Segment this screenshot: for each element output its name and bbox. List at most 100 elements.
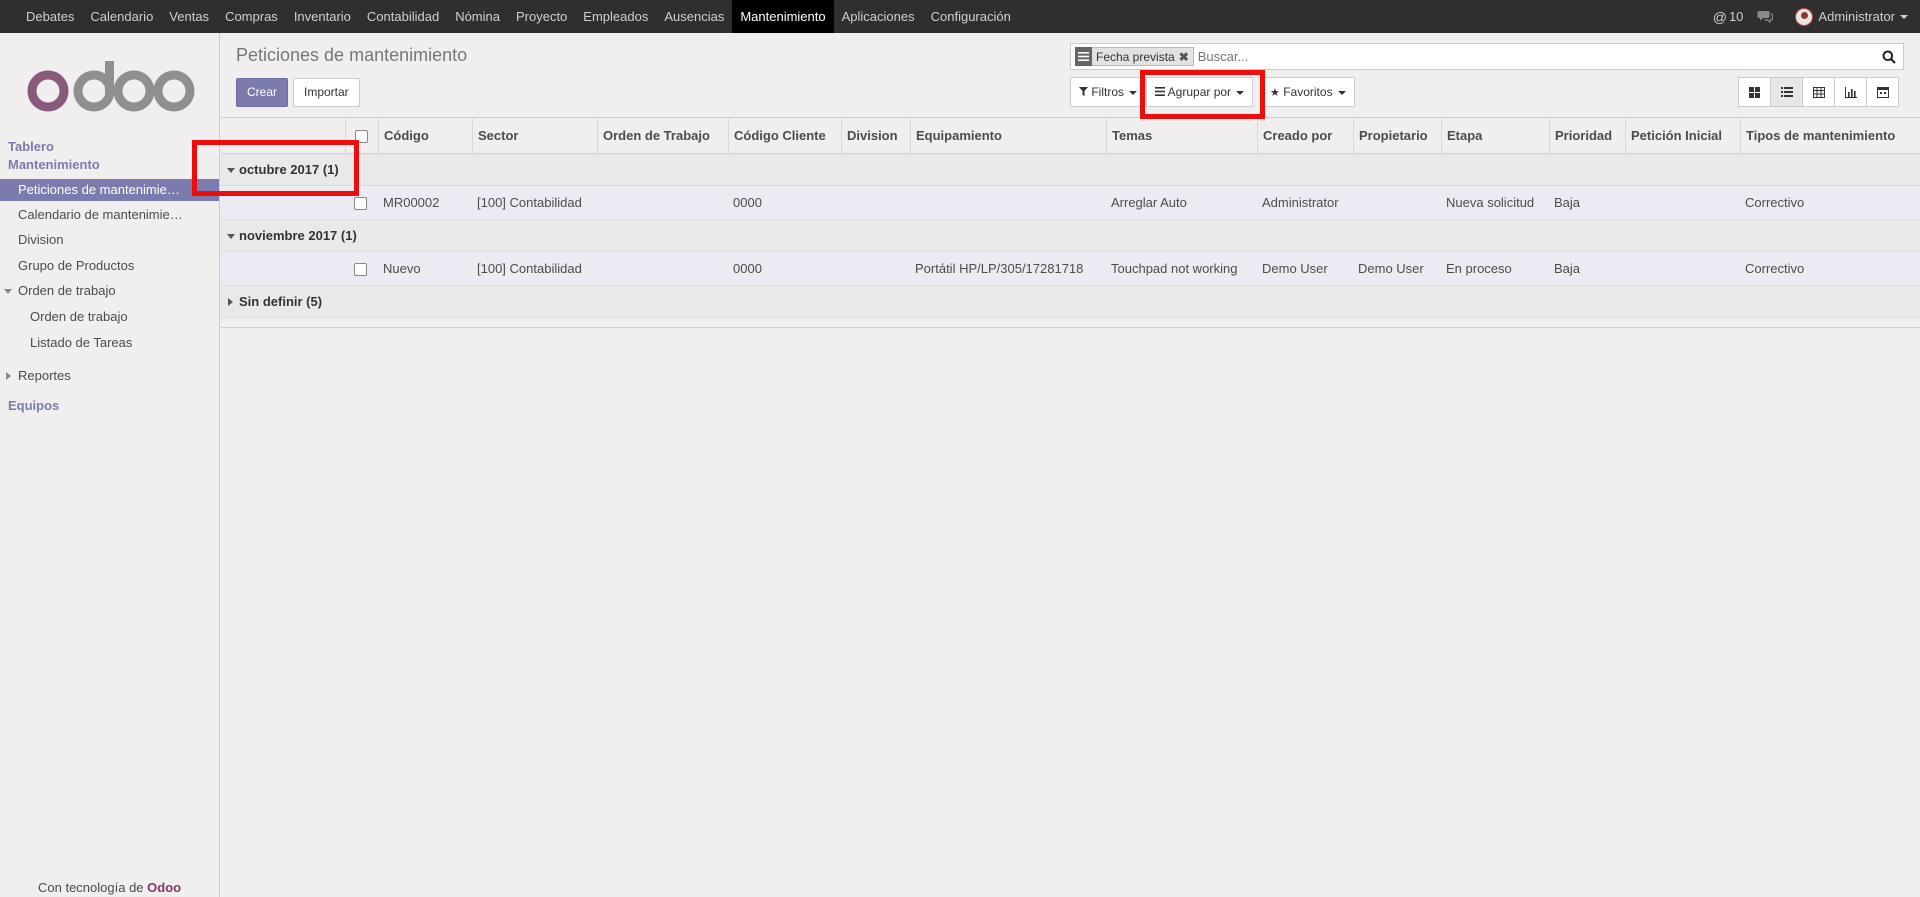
top-menu-item[interactable]: Calendario <box>82 0 161 33</box>
column-header[interactable]: Propietario <box>1353 118 1441 154</box>
sidebar-item-task-list[interactable]: Listado de Tareas <box>0 332 219 354</box>
table-row[interactable]: MR00002 [100] Contabilidad 0000 Arreglar Au… <box>221 186 1920 220</box>
graph-view-button[interactable] <box>1834 77 1867 107</box>
table-cell <box>1353 186 1441 220</box>
at-icon: @ <box>1712 8 1727 25</box>
sidebar-section-maintenance[interactable]: Mantenimiento <box>8 157 100 172</box>
favorites-label: Favoritos <box>1283 85 1333 99</box>
table-cell <box>1625 186 1740 220</box>
search-input[interactable] <box>1197 49 1858 64</box>
column-header[interactable]: Equipamiento <box>910 118 1106 154</box>
column-header[interactable]: Código <box>378 118 450 154</box>
table-cell: Baja <box>1554 195 1581 210</box>
sidebar-item-division[interactable]: Division <box>0 229 219 251</box>
create-button[interactable]: Crear <box>236 78 289 107</box>
table-cell: Nuevo <box>383 261 421 276</box>
sidebar-section-dashboard[interactable]: Tablero <box>8 139 54 154</box>
group-row[interactable]: noviembre 2017 (1) <box>221 220 1920 252</box>
user-name: Administrator <box>1818 9 1895 24</box>
sidebar-item-requests[interactable]: Peticiones de mantenimie… <box>0 179 219 201</box>
table-row[interactable]: Nuevo [100] Contabilidad 0000 Portátil HP/L… <box>221 252 1920 286</box>
table-cell: Demo User <box>1262 261 1328 276</box>
column-header[interactable]: Tipos de mantenimiento <box>1740 118 1920 154</box>
group-row[interactable]: octubre 2017 (1) <box>221 154 1920 186</box>
table-footer-line <box>221 318 1920 328</box>
group-row[interactable]: Sin definir (5) <box>221 286 1920 318</box>
top-menu-item[interactable]: Mantenimiento <box>732 0 834 33</box>
table-cell: Correctivo <box>1745 261 1805 276</box>
search-icon[interactable] <box>1875 44 1903 69</box>
column-header[interactable]: Creado por <box>1257 118 1353 154</box>
page-title: Peticiones de mantenimiento <box>236 45 468 65</box>
sidebar-item-calendar[interactable]: Calendario de mantenimie… <box>0 204 219 226</box>
group-label: noviembre 2017 (1) <box>239 228 357 243</box>
bar-chart-icon <box>1844 86 1857 98</box>
top-menu-item[interactable]: Configuración <box>923 0 1019 33</box>
column-header[interactable]: Sector <box>472 118 592 154</box>
table-header: Código Sector Orden de Trabajo Código Clien… <box>221 117 1920 154</box>
top-menu-item[interactable]: Contabilidad <box>359 0 447 33</box>
top-navbar: Debates Calendario Ventas Compras Inventario… <box>0 0 1920 33</box>
caret-right-icon <box>6 372 11 380</box>
column-header[interactable]: Prioridad <box>1549 118 1625 154</box>
table-cell <box>597 186 728 220</box>
user-menu[interactable]: Administrator <box>1795 7 1908 26</box>
sidebar-item-reports-label: Reportes <box>18 368 71 383</box>
top-menu-item[interactable]: Empleados <box>575 0 656 33</box>
caret-down-icon <box>227 234 235 239</box>
chevron-down-icon <box>1129 90 1138 95</box>
highlight-box-groupby <box>1140 70 1265 119</box>
table-cell <box>910 186 1106 220</box>
user-avatar <box>1795 7 1814 26</box>
top-menu-item[interactable]: Ausencias <box>656 0 732 33</box>
top-right-systray: @ 10 Administrator <box>1699 0 1920 33</box>
chat-icon[interactable] <box>1757 10 1774 24</box>
kanban-icon <box>1749 86 1760 98</box>
sidebar-item-product-group[interactable]: Grupo de Productos <box>0 255 219 277</box>
sidebar-section-teams[interactable]: Equipos <box>8 398 59 413</box>
import-button[interactable]: Importar <box>293 78 360 107</box>
pivot-view-button[interactable] <box>1802 77 1835 107</box>
column-header[interactable]: Etapa <box>1441 118 1549 154</box>
top-menu-item[interactable]: Inventario <box>286 0 359 33</box>
sidebar-item-reports[interactable]: Reportes <box>0 365 219 387</box>
top-menu-item[interactable]: Aplicaciones <box>834 0 923 33</box>
sidebar-item-work-order[interactable]: Orden de trabajo <box>0 280 219 302</box>
powered-prefix: Con tecnología de <box>38 880 144 895</box>
facet-remove-icon[interactable]: ✖ <box>1179 50 1193 64</box>
filters-dropdown[interactable]: Filtros <box>1070 77 1147 107</box>
star-icon: ★ <box>1270 87 1280 99</box>
column-header[interactable]: Código Cliente <box>728 118 841 154</box>
kanban-view-button[interactable] <box>1738 77 1771 107</box>
chevron-down-icon <box>1900 14 1908 19</box>
table-cell: Portátil HP/LP/305/17281718 <box>915 261 1084 276</box>
sidebar: Tablero Mantenimiento Peticiones de mant… <box>0 33 220 897</box>
favorites-dropdown[interactable]: ★ Favoritos <box>1261 77 1355 107</box>
top-menu-item[interactable]: Ventas <box>161 0 217 33</box>
top-menu-item[interactable]: Compras <box>217 0 286 33</box>
filters-label: Filtros <box>1091 85 1125 99</box>
calendar-view-button[interactable] <box>1866 77 1899 107</box>
odoo-logo <box>27 61 195 112</box>
group-label: Sin definir (5) <box>239 294 323 309</box>
list-view-button[interactable] <box>1770 77 1803 107</box>
top-menu-item[interactable]: Proyecto <box>508 0 575 33</box>
column-header[interactable]: Division <box>841 118 910 154</box>
table-body: octubre 2017 (1) MR00002 [100] Contabilida… <box>221 154 1920 318</box>
row-select-cell <box>345 252 378 286</box>
column-header[interactable]: Orden de Trabajo <box>597 118 728 154</box>
list-view-table: Código Sector Orden de Trabajo Código Clien… <box>221 117 1920 328</box>
sidebar-item-work-order-sub[interactable]: Orden de trabajo <box>0 306 219 328</box>
row-checkbox[interactable] <box>354 263 367 277</box>
table-cell <box>841 186 910 220</box>
top-menu-item[interactable]: Nómina <box>447 0 508 33</box>
column-header[interactable]: Petición Inicial <box>1625 118 1740 154</box>
top-menu-item[interactable]: Debates <box>18 0 82 33</box>
row-checkbox[interactable] <box>354 197 367 211</box>
column-header[interactable]: Temas <box>1106 118 1257 154</box>
powered-brand-link[interactable]: Odoo <box>147 880 181 895</box>
mentions-indicator[interactable]: @ 10 <box>1713 9 1744 25</box>
sidebar-item-work-order-label: Orden de trabajo <box>18 283 116 298</box>
caret-right-icon <box>228 298 233 306</box>
table-cell <box>841 252 910 286</box>
